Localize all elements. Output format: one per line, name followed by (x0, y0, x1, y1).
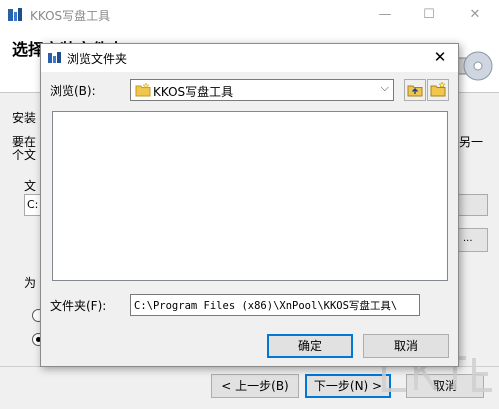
chevron-down-icon: ⌵ (380, 81, 389, 94)
maximize-icon[interactable]: ☐ (409, 3, 449, 27)
up-folder-button[interactable] (404, 79, 426, 101)
window-title: KKOS写盘工具 (30, 9, 111, 23)
ok-button[interactable]: 确定 (267, 334, 353, 358)
browse-button[interactable]: ... (458, 228, 488, 252)
description-line-2: 个文 (12, 148, 37, 162)
install-text: 安装 (12, 111, 37, 125)
new-folder-icon (430, 81, 446, 97)
folder-field-right (458, 194, 488, 216)
close-window-icon[interactable]: ✕ (455, 3, 495, 27)
for-label: 为 (24, 276, 37, 290)
folder-path-value: C:\Program Files (x86)\XnPool\KKOS写盘工具\ (134, 300, 398, 312)
folder-field-value: C: (27, 198, 39, 211)
browse-dropdown-value: KKOS写盘工具 (153, 85, 234, 99)
back-button[interactable]: < 上一步(B) (211, 374, 299, 398)
browse-label: 浏览(B): (50, 84, 96, 98)
folder-tree[interactable] (52, 111, 448, 281)
up-folder-icon (407, 85, 423, 97)
folder-label: 文 (24, 179, 37, 193)
app-icon (8, 8, 22, 21)
browse-dropdown[interactable]: KKOS写盘工具 ⌵ (130, 79, 394, 101)
description-right: 另一 (459, 135, 484, 149)
new-folder-button[interactable] (427, 79, 449, 101)
minimize-icon[interactable]: — (365, 3, 405, 27)
dialog-app-icon (48, 52, 61, 63)
dialog-cancel-button[interactable]: 取消 (363, 334, 449, 358)
dialog-title: 浏览文件夹 (67, 52, 128, 66)
dialog-close-icon[interactable]: ✕ (428, 46, 452, 68)
browse-folder-dialog: 浏览文件夹 ✕ 浏览(B): KKOS写盘工具 ⌵ 文件夹(F): C:\Pro… (40, 43, 459, 367)
title-bar: KKOS写盘工具 — ☐ ✕ (0, 0, 499, 30)
folder-path-input[interactable]: C:\Program Files (x86)\XnPool\KKOS写盘工具\ (130, 294, 420, 316)
folder-path-label: 文件夹(F): (50, 299, 107, 313)
folder-icon (135, 82, 151, 97)
dialog-title-bar: 浏览文件夹 ✕ (41, 44, 458, 72)
